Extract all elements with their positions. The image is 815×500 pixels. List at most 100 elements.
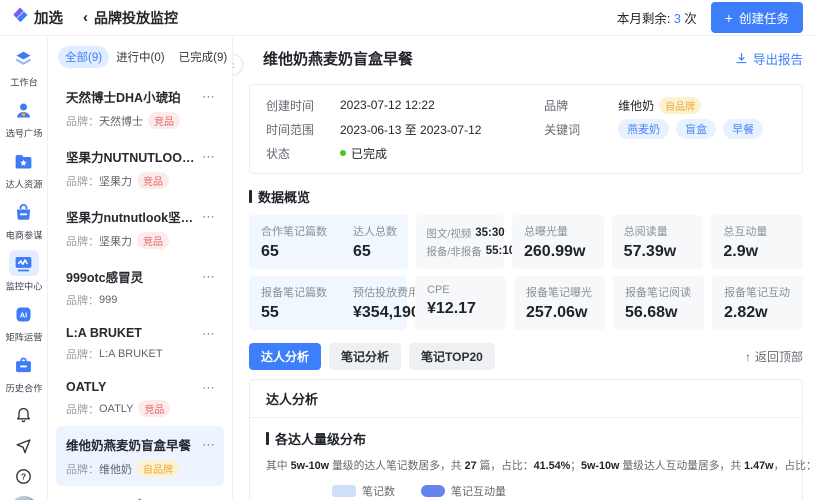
competitor-tag: 竞品 — [148, 112, 180, 129]
app-logo[interactable]: 加选 — [10, 5, 63, 30]
legend-item-2[interactable]: 笔记互动量 — [421, 483, 506, 499]
more-icon[interactable]: ⋯ — [202, 150, 216, 163]
stat-card-reported-interactions: 报备笔记互动 2.82w — [712, 276, 803, 330]
influencer-resources-icon — [9, 148, 39, 174]
tab-3[interactable]: 笔记TOP20 — [409, 343, 495, 370]
collapse-panel-button[interactable]: ‹ — [233, 54, 243, 75]
plus-icon: + — [725, 11, 733, 25]
export-report-button[interactable]: 导出报告 — [735, 49, 803, 68]
campaign-item-title: 维他奶燕麦奶盲盒早餐 — [66, 435, 191, 454]
workbench-icon — [9, 46, 39, 72]
user-avatar[interactable] — [10, 496, 38, 500]
stat-card-cpe: CPE ¥12.17 — [415, 276, 506, 330]
range-value: 2023-06-13 至 2023-07-12 — [340, 121, 481, 138]
campaign-item-7[interactable]: 维他奶燕麦奶盲盒早餐 ⋯ 品牌：维他奶自品牌 — [56, 426, 224, 486]
analysis-tabs: 达人分析笔记分析笔记TOP20 — [249, 343, 495, 370]
campaign-list: 天然博士DHA小琥珀 ⋯ 品牌：天然博士竞品 坚果力NUTNUTLOOK坚果力.… — [56, 78, 224, 486]
campaign-item-5[interactable]: L:A BRUKET ⋯ 品牌：L:A BRUKET — [56, 317, 224, 371]
analysis-card-title: 达人分析 — [250, 380, 802, 418]
campaign-item-title: 坚果力NUTNUTLOOK坚果力... — [66, 147, 202, 166]
stat-card-exposure: 总曝光量 260.99w — [512, 215, 604, 269]
back-to-top-button[interactable]: ↑ 返回顶部 — [745, 348, 803, 365]
own-brand-tag: 自品牌 — [137, 460, 179, 477]
sidebar-item-5[interactable]: 监控中心 — [4, 250, 44, 293]
page-title: 品牌投放监控 — [94, 8, 178, 28]
main-panel: ‹ 维他奶燕麦奶盲盒早餐 导出报告 创建时间 2023-07-12 12:22 … — [233, 36, 815, 500]
logo-text: 加选 — [34, 7, 63, 28]
sidebar-item-1[interactable]: 工作台 — [9, 46, 39, 89]
campaign-item-1[interactable]: 天然博士DHA小琥珀 ⋯ 品牌：天然博士竞品 — [56, 78, 224, 138]
history-cooperation-icon — [9, 352, 39, 378]
campaign-title: 维他奶燕麦奶盲盒早餐 — [263, 48, 413, 69]
feedback-icon[interactable] — [13, 434, 35, 456]
campaign-item-3[interactable]: 坚果力nutnutlook坚果力 ⋯ 品牌：坚果力竞品 — [56, 198, 224, 258]
sidebar-item-7[interactable]: 历史合作 — [4, 352, 44, 395]
sidebar-footer: ? — [10, 403, 38, 500]
arrow-up-icon: ↑ — [745, 350, 751, 364]
tab-1[interactable]: 达人分析 — [249, 343, 321, 370]
keyword-tag-2: 盲盒 — [676, 119, 716, 139]
page-number[interactable]: 1 — [137, 496, 144, 500]
help-icon[interactable]: ? — [13, 465, 35, 487]
analysis-card: 达人分析 各达人量级分布 其中 5w-10w 量级的达人笔记数居多，共 27 篇… — [249, 379, 803, 500]
brand-label: 品牌 — [544, 97, 618, 114]
svg-text:AI: AI — [20, 310, 27, 319]
keyword-tags: 燕麦奶盲盒早餐 — [618, 119, 770, 139]
competitor-tag: 竞品 — [138, 400, 170, 417]
tab-2[interactable]: 笔记分析 — [329, 343, 401, 370]
sidebar-item-6[interactable]: AI 矩阵运营 — [4, 301, 44, 344]
stat-card-reported-cost: 报备笔记篇数 55 预估投放费用 ¥354,190 — [249, 276, 407, 330]
more-icon[interactable]: ⋯ — [202, 327, 216, 340]
sidebar-item-3[interactable]: 达人资源 — [4, 148, 44, 191]
competitor-tag: 竞品 — [137, 172, 169, 189]
sidebar-item-2[interactable]: 选号广场 — [4, 97, 44, 140]
create-task-button[interactable]: + 创建任务 — [711, 2, 803, 33]
campaign-detail-box: 创建时间 2023-07-12 12:22 时间范围 2023-06-13 至 … — [249, 84, 803, 174]
stat-card-reads: 总阅读量 57.39w — [612, 215, 704, 269]
campaign-tab-3[interactable]: 已完成(9) — [172, 46, 235, 68]
svg-text:?: ? — [21, 471, 26, 481]
prev-page-icon[interactable]: ‹ — [117, 496, 121, 500]
campaign-tabs: 全部(9)进行中(0)已完成(9) — [56, 46, 224, 78]
more-icon[interactable]: ⋯ — [202, 210, 216, 223]
legend-item-1[interactable]: 笔记数 — [332, 483, 395, 499]
campaign-item-title: 天然博士DHA小琥珀 — [66, 87, 181, 106]
campaign-item-2[interactable]: 坚果力NUTNUTLOOK坚果力... ⋯ 品牌：坚果力竞品 — [56, 138, 224, 198]
more-icon[interactable]: ⋯ — [202, 381, 216, 394]
own-brand-tag: 自品牌 — [659, 97, 701, 114]
bell-icon[interactable] — [13, 403, 35, 425]
keyword-tag-1: 燕麦奶 — [618, 119, 669, 139]
keywords-label: 关键词 — [544, 121, 618, 138]
campaign-item-4[interactable]: 999otc感冒灵 ⋯ 品牌：999 — [56, 258, 224, 317]
section-bar-icon — [266, 432, 269, 445]
section-bar-icon — [249, 190, 252, 203]
keyword-tag-3: 早餐 — [723, 119, 763, 139]
sidebar-item-4[interactable]: 电商参谋 — [4, 199, 44, 242]
competitor-tag: 竞品 — [137, 232, 169, 249]
next-page-icon[interactable]: › — [159, 496, 163, 500]
campaign-tab-2[interactable]: 进行中(0) — [109, 46, 172, 68]
stat-card-ratios: 图文/视频 35:30 报备/非报备 55:10 — [416, 215, 504, 269]
back-icon[interactable]: ‹ — [83, 10, 88, 25]
created-value: 2023-07-12 12:22 — [340, 98, 435, 112]
back-nav[interactable]: ‹ 品牌投放监控 — [83, 8, 178, 28]
campaign-tab-1[interactable]: 全部(9) — [58, 46, 109, 68]
brand-value: 维他奶 — [618, 97, 654, 114]
monitoring-center-icon — [9, 250, 39, 276]
more-icon[interactable]: ⋯ — [202, 90, 216, 103]
more-icon[interactable]: ⋯ — [202, 438, 216, 451]
legend-swatch-icon — [421, 485, 445, 497]
status-dot-icon — [340, 150, 346, 156]
campaign-item-title: L:A BRUKET — [66, 326, 142, 340]
selection-plaza-icon — [9, 97, 39, 123]
status-badge: 已完成 — [340, 145, 387, 162]
volume-section-title: 各达人量级分布 — [266, 429, 786, 448]
campaign-item-6[interactable]: OATLY ⋯ 品牌：OATLY竞品 — [56, 371, 224, 426]
download-icon — [735, 52, 748, 65]
logo-icon — [10, 5, 30, 30]
more-icon[interactable]: ⋯ — [202, 270, 216, 283]
sidebar: 工作台 选号广场 达人资源 电商参谋 监控中心 AI 矩阵运营 历史合作 — [0, 36, 48, 500]
sidebar-nav: 工作台 选号广场 达人资源 电商参谋 监控中心 AI 矩阵运营 历史合作 — [4, 46, 44, 403]
campaign-panel: 全部(9)进行中(0)已完成(9) 天然博士DHA小琥珀 ⋯ 品牌：天然博士竞品… — [48, 36, 233, 500]
topbar: 加选 ‹ 品牌投放监控 本月剩余: 3 次 + 创建任务 — [0, 0, 815, 36]
